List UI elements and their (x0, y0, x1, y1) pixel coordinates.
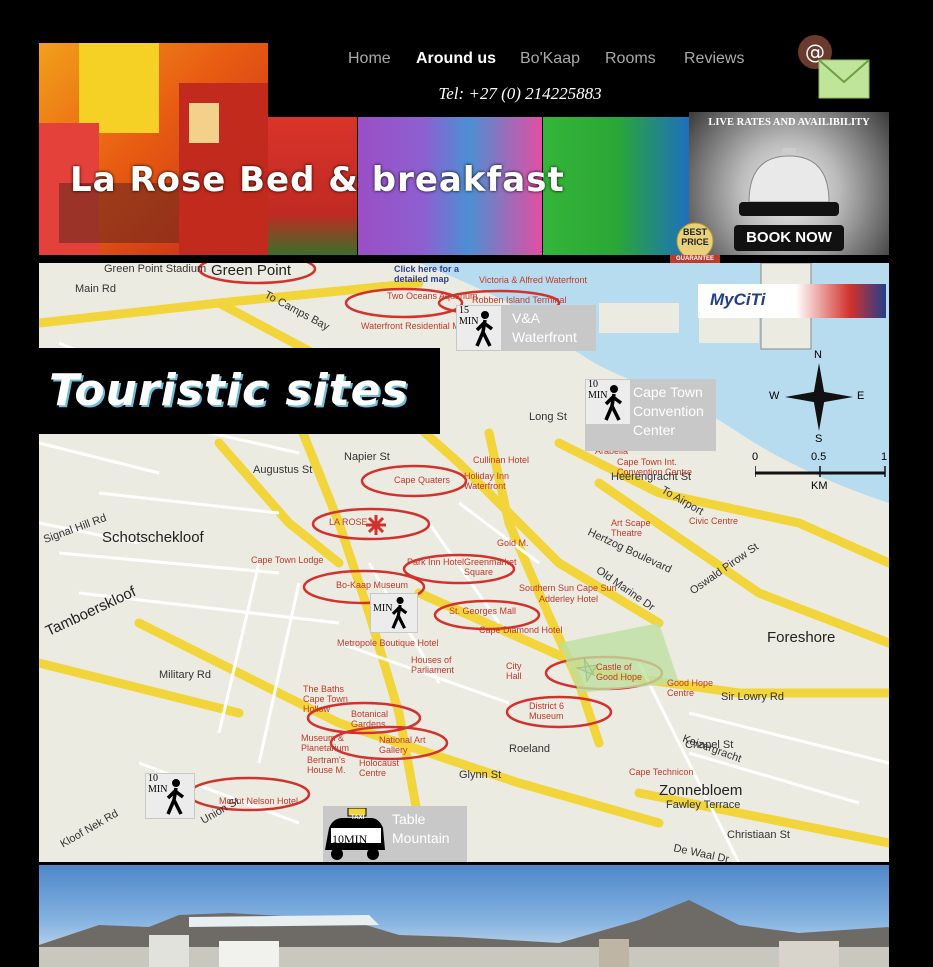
taxi-label: Table Mountain (392, 811, 450, 846)
label-robben-island[interactable]: Robben Island Terminal (472, 295, 566, 305)
label-augustus-st: Augustus St (253, 464, 313, 476)
label-artscape: Art Scape Theatre (611, 518, 651, 538)
label-good-hope-centre: Good Hope Centre (667, 678, 714, 698)
label-cullinan-hotel: Cullinan Hotel (473, 455, 530, 465)
nav-rooms[interactable]: Rooms (605, 50, 656, 74)
walking-person-icon: 10 MIN (146, 774, 194, 818)
label-gold-museum: Gold M. (497, 538, 529, 548)
label-roeland: Roeland (509, 743, 550, 755)
touristic-sites-banner: Touristic sites (39, 348, 440, 434)
label-adderley: Adderley Hotel (539, 594, 599, 604)
label-castle[interactable]: Castle of Good Hope (596, 662, 646, 682)
label-bertrams: Bertram's House M. (307, 755, 346, 775)
label-parliament: Houses of Parliament (411, 655, 455, 675)
label-holiday-inn: Holiday Inn Waterfront (464, 471, 510, 491)
label-metropole: Metropole Boutique Hotel (337, 638, 439, 648)
label-victoria-alfred: Victoria & Alfred Waterfront (479, 275, 588, 285)
scale-1: 1 (881, 451, 888, 463)
mail-at-icon[interactable]: @ (797, 34, 871, 100)
label-fawley-terrace: Fawley Terrace (666, 799, 741, 811)
label-greenmarket[interactable]: Greenmarket Square (464, 557, 524, 577)
label-national-art[interactable]: National Art Gallery (379, 735, 429, 755)
compass-s: S (815, 433, 823, 445)
click-detailed-map-link[interactable]: Click here for a detailed map (394, 264, 474, 284)
nav-around-us[interactable]: Around us (416, 50, 496, 74)
label-la-rose[interactable]: LA ROSE (329, 517, 368, 527)
brand-title: La Rose Bed & breakfast (70, 160, 565, 200)
walking-person-icon: 10 MIN (586, 380, 630, 424)
label-glynn-st: Glynn St (459, 769, 502, 781)
telephone-number: Tel: +27 (0) 214225883 (438, 84, 602, 103)
label-sir-lowry: Sir Lowry Rd (721, 691, 784, 703)
label-southern-sun: Southern Sun Cape Sun (519, 583, 617, 593)
best-price-badge: BEST PRICE GUARANTEE (668, 221, 722, 265)
label-botanical[interactable]: Botanical Gardens (351, 709, 391, 729)
walking-person-icon: 15 MIN (457, 306, 501, 350)
scale-unit: KM (811, 480, 828, 492)
label-schotschekloof: Schotschekloof (102, 529, 204, 546)
label-district6[interactable]: District 6 Museum (529, 701, 569, 721)
table-mountain-photo (39, 865, 889, 967)
label-chapel-st: Chapel St (685, 739, 734, 751)
walk-marker-convention[interactable]: 10 MIN Cape Town Convention Center (585, 379, 716, 451)
compass-n: N (814, 349, 822, 361)
label-main-rd: Main Rd (75, 283, 116, 295)
service-bell-icon (739, 148, 839, 216)
label-green-point: Green Point (211, 263, 292, 279)
label-bokaap-museum[interactable]: Bo-Kaap Museum (336, 580, 408, 590)
label-city-hall: City Hall (506, 661, 522, 681)
hero-house-photo (39, 43, 268, 255)
label-zonnebloem: Zonnebloem (659, 782, 743, 799)
label-heerengracht: Heerengracht St (611, 471, 692, 483)
walk-marker-mount-nelson[interactable]: 10 MIN (145, 773, 195, 819)
label-cape-diamond: Cape Diamond Hotel (479, 625, 563, 635)
walk-marker-center[interactable]: MIN (370, 593, 418, 633)
best-price-line2: PRICE (681, 237, 709, 247)
label-two-oceans[interactable]: Two Oceans Aquarium (387, 291, 478, 301)
walking-person-icon: MIN (371, 594, 417, 632)
walk-marker-waterfront[interactable]: 15 MIN V&A Waterfront (456, 305, 596, 351)
label-napier-st: Napier St (344, 451, 390, 463)
walk-label-waterfront: V&A Waterfront (512, 310, 577, 345)
label-ct-lodge: Cape Town Lodge (251, 555, 324, 565)
label-museum-planetarium[interactable]: Museum & Planetarium (301, 733, 351, 753)
touristic-sites-title: Touristic sites (49, 365, 409, 416)
label-long-st: Long St (529, 411, 567, 423)
scale-0: 0 (752, 451, 759, 463)
scale-half: 0.5 (811, 451, 827, 463)
label-park-inn: Park Inn Hotel (407, 557, 465, 567)
nav-reviews[interactable]: Reviews (684, 50, 744, 74)
label-military-rd: Military Rd (159, 669, 211, 681)
booking-banner-text: LIVE RATES AND AVAILIBILITY (708, 117, 870, 128)
label-st-georges[interactable]: St. Georges Mall (449, 606, 516, 616)
compass-e: E (857, 390, 865, 402)
label-christiaan-st: Christiaan St (727, 829, 790, 841)
taxi-sign-text: TAXI (351, 815, 365, 821)
myciti-logo[interactable]: MyCiTi (698, 284, 886, 318)
nav-bokaap[interactable]: Bo'Kaap (520, 50, 580, 74)
label-green-point-stadium: Green Point Stadium (104, 263, 207, 275)
label-civic-centre: Civic Centre (689, 516, 739, 526)
nav-home[interactable]: Home (348, 50, 391, 74)
compass-rose: N S E W 0 0.5 1 KM (752, 349, 889, 493)
taxi-minutes: 10MIN (332, 832, 368, 846)
best-price-line1: BEST (682, 227, 707, 237)
book-now-button[interactable]: BOOK NOW (734, 225, 844, 251)
taxi-marker-table-mountain[interactable]: TAXI 10MIN Table Mountain (323, 806, 467, 862)
label-foreshore: Foreshore (767, 629, 836, 646)
label-holocaust: Holocaust Centre (359, 758, 400, 778)
compass-w: W (769, 390, 780, 402)
walk-label-convention: Cape Town Convention Center (633, 384, 704, 438)
label-cape-technicon: Cape Technicon (629, 767, 694, 777)
label-cape-quaters[interactable]: Cape Quaters (394, 475, 450, 485)
myciti-text: MyCiTi (710, 290, 766, 309)
